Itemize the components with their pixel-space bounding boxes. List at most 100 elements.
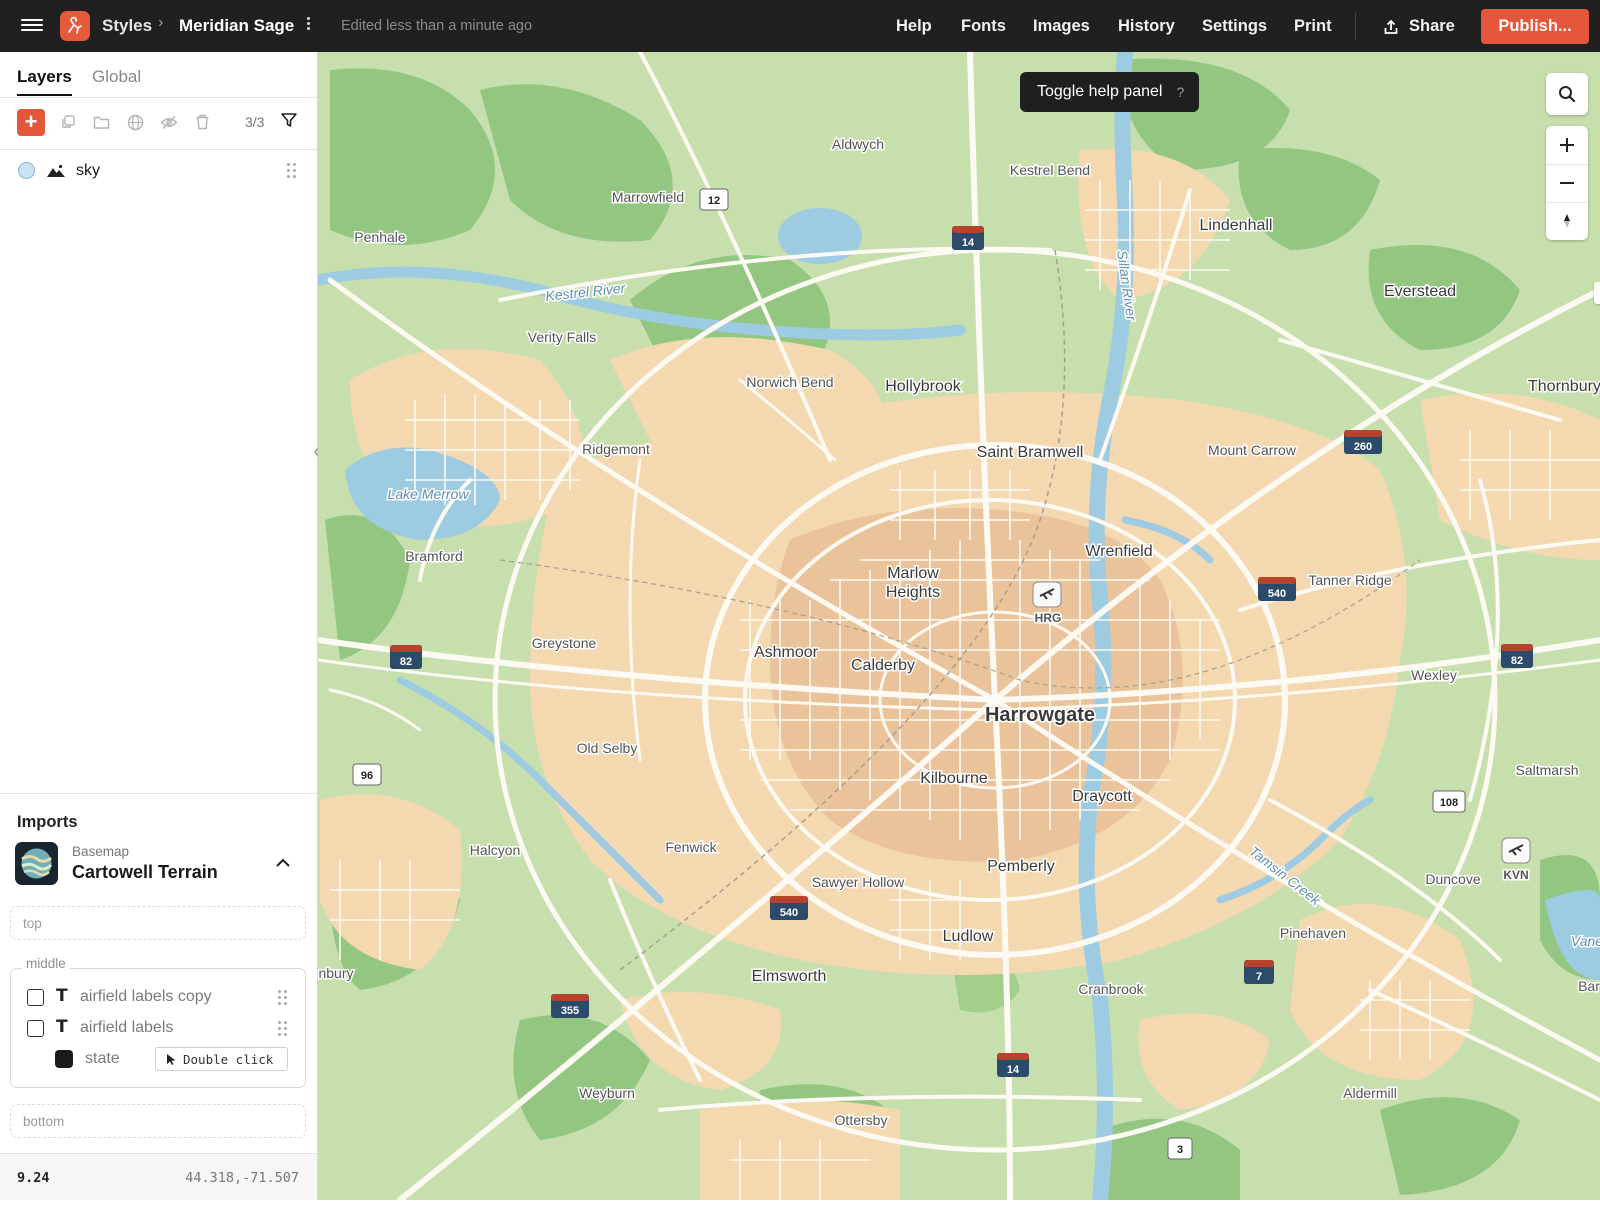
label-calderby: Calderby	[851, 657, 915, 674]
nav-print[interactable]: Print	[1294, 17, 1332, 36]
shield-96-label: 96	[361, 770, 373, 782]
edited-status: Edited less than a minute ago	[341, 18, 533, 34]
hide-eye-icon[interactable]	[158, 111, 180, 133]
shield-3-label: 3	[1177, 1144, 1183, 1156]
shield-355-label: 355	[561, 1005, 579, 1017]
nav-history[interactable]: History	[1118, 17, 1175, 36]
label-nbury: nbury	[318, 965, 353, 981]
drag-handle-icon[interactable]	[287, 163, 297, 179]
label-verity-falls: Verity Falls	[528, 329, 596, 345]
shield-108-label: 108	[1440, 797, 1458, 809]
share-button[interactable]: Share	[1383, 17, 1455, 36]
slot-bottom[interactable]: bottom	[10, 1104, 306, 1138]
label-marlow-heights-2: Heights	[886, 584, 940, 601]
mountain-icon	[46, 163, 66, 179]
label-wexley: Wexley	[1411, 667, 1457, 683]
text-type-icon: T	[56, 1017, 68, 1037]
style-name[interactable]: Meridian Sage	[179, 16, 294, 36]
label-ottersby: Ottersby	[835, 1112, 888, 1128]
label-tanner-ridge: Tanner Ridge	[1308, 572, 1391, 588]
hamburger-menu-icon[interactable]	[21, 16, 43, 34]
shield-260-label: 260	[1354, 441, 1372, 453]
import-layer-airfield-labels[interactable]: T airfield labels	[10, 1013, 306, 1043]
publish-button[interactable]: Publish...	[1481, 9, 1589, 44]
label-ashmoor: Ashmoor	[754, 644, 819, 661]
map-edge-control[interactable]	[1594, 282, 1600, 304]
label-norwich-bend: Norwich Bend	[746, 374, 833, 390]
layer-item-sky[interactable]: sky	[0, 150, 317, 190]
label-saint-bramwell: Saint Bramwell	[977, 444, 1084, 461]
nav-settings[interactable]: Settings	[1202, 17, 1267, 36]
compass-reset-button[interactable]	[1546, 202, 1588, 239]
filter-icon[interactable]	[280, 111, 300, 131]
label-ridgemont: Ridgemont	[582, 441, 650, 457]
chevron-up-icon[interactable]	[275, 856, 291, 870]
shield-7: 7	[1244, 960, 1274, 984]
label-aldermill: Aldermill	[1343, 1085, 1397, 1101]
nav-images[interactable]: Images	[1033, 17, 1090, 36]
add-layer-button[interactable]: +	[17, 109, 45, 136]
label-kvn: KVN	[1503, 868, 1528, 882]
map-search-button[interactable]	[1546, 73, 1588, 115]
label-kilbourne: Kilbourne	[920, 770, 988, 787]
shield-14a-label: 14	[962, 237, 975, 249]
minus-icon	[1560, 182, 1574, 184]
drag-handle-icon[interactable]	[278, 990, 288, 1006]
label-bramford: Bramford	[405, 548, 463, 564]
map-svg: Harrowgate Marlow Heights Saint Bramwell…	[318, 52, 1600, 1200]
chevron-right-icon: ›	[158, 14, 164, 31]
label-duncove: Duncove	[1425, 871, 1480, 887]
urban-core	[770, 508, 1183, 862]
shield-82b-label: 82	[1511, 655, 1523, 667]
text-type-icon: T	[56, 986, 68, 1006]
nav-fonts[interactable]: Fonts	[961, 17, 1006, 36]
slot-top-label: top	[23, 916, 42, 931]
trash-icon[interactable]	[191, 111, 213, 133]
layer-count: 3/3	[245, 114, 265, 130]
import-layer-airfield-labels-copy[interactable]: T airfield labels copy	[10, 982, 306, 1012]
map-canvas[interactable]: Harrowgate Marlow Heights Saint Bramwell…	[318, 52, 1600, 1200]
label-lindenhall: Lindenhall	[1200, 217, 1273, 234]
slot-bottom-label: bottom	[23, 1114, 65, 1129]
shield-12-label: 12	[708, 195, 720, 207]
zoom-in-button[interactable]	[1546, 126, 1588, 163]
shield-540a: 540	[1258, 577, 1296, 601]
sidebar-tabs: Layers Global	[0, 52, 317, 98]
label-cranbrook: Cranbrook	[1078, 981, 1144, 997]
zoom-level: 9.24	[17, 1170, 50, 1186]
zoom-controls	[1546, 126, 1588, 240]
share-icon	[1384, 19, 1398, 34]
sidebar-footer: 9.24 44.318,-71.507	[0, 1153, 317, 1200]
label-hollybrook: Hollybrook	[885, 378, 962, 395]
tab-layers[interactable]: Layers	[17, 67, 72, 96]
label-mount-carrow: Mount Carrow	[1208, 442, 1297, 458]
basemap-name[interactable]: Cartowell Terrain	[72, 862, 218, 883]
layer-color-swatch[interactable]	[18, 162, 35, 179]
duplicate-icon[interactable]	[57, 111, 79, 133]
zoom-out-button[interactable]	[1546, 164, 1588, 201]
label-harrowgate: Harrowgate	[985, 704, 1095, 726]
app-logo-icon[interactable]	[60, 11, 90, 41]
image-icon	[27, 1020, 44, 1037]
label-bar: Bar	[1578, 978, 1600, 994]
more-options-icon[interactable]	[304, 15, 312, 35]
basemap-kicker: Basemap	[72, 844, 130, 859]
slot-top[interactable]: top	[10, 906, 306, 940]
breadcrumb-styles-link[interactable]: Styles	[102, 16, 152, 36]
shield-355: 355	[551, 994, 589, 1018]
nav-help[interactable]: Help	[896, 17, 932, 36]
shield-14b: 14	[997, 1053, 1029, 1077]
tab-global[interactable]: Global	[92, 67, 141, 87]
globe-icon[interactable]	[124, 111, 146, 133]
label-marrowfield: Marrowfield	[612, 189, 684, 205]
label-thornbury: Thornbury	[1528, 378, 1600, 395]
label-halcyon: Halcyon	[470, 842, 521, 858]
drag-handle-icon[interactable]	[278, 1021, 288, 1037]
import-layer-state[interactable]: state Double click	[10, 1044, 306, 1074]
top-bar: Styles › Meridian Sage Edited less than …	[0, 0, 1600, 52]
label-vane: Vane	[1571, 933, 1600, 949]
search-icon	[1546, 75, 1588, 112]
folder-icon[interactable]	[90, 111, 112, 133]
tooltip-shortcut: ?	[1176, 84, 1185, 100]
shield-108: 108	[1432, 790, 1466, 813]
